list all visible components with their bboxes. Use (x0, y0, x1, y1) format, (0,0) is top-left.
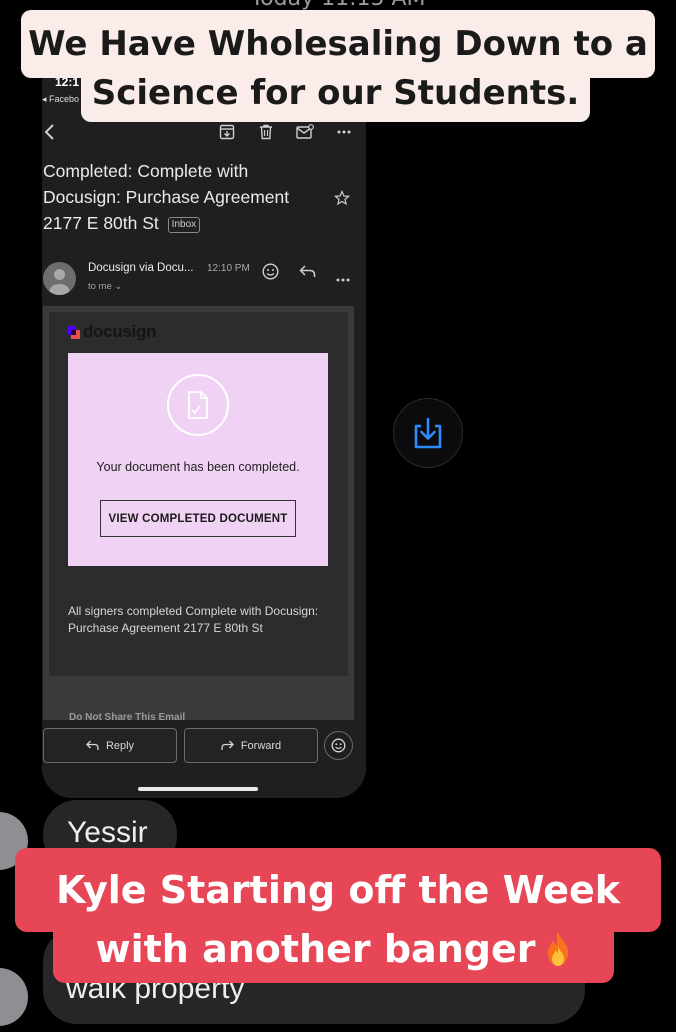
view-completed-document-button[interactable]: VIEW COMPLETED DOCUMENT (100, 500, 296, 537)
caption-bottom-line-2: with another banger (53, 915, 614, 983)
reply-button[interactable]: Reply (43, 728, 177, 763)
more-options-icon[interactable] (330, 118, 358, 146)
email-toolbar (42, 118, 366, 146)
mark-unread-icon[interactable] (291, 118, 319, 146)
caption-top-text-2: Science for our Students. (91, 73, 580, 113)
docusign-mark-icon (68, 325, 80, 339)
completion-message: Your document has been completed. (96, 460, 300, 474)
home-indicator (138, 787, 258, 791)
email-subject: Completed: Complete with Docusign: Purch… (43, 158, 313, 236)
email-action-bar: Reply Forward (42, 720, 366, 770)
sender-avatar[interactable] (43, 262, 76, 295)
sender-row: Docusign via Docu... 12:10 PM to me ⌄ (42, 260, 366, 296)
email-time: 12:10 PM (207, 263, 250, 274)
signers-summary: All signers completed Complete with Docu… (68, 604, 319, 635)
contact-avatar[interactable]: M (0, 968, 28, 1026)
email-screenshot: 12:1 ◂ Facebo Completed: Complete with D… (42, 72, 366, 798)
reply-label: Reply (105, 739, 135, 752)
email-content-card: docusign Your document has been complete… (49, 312, 348, 676)
reply-icon[interactable] (299, 264, 316, 284)
caption-top-text-1: We Have Wholesaling Down to a (28, 24, 648, 64)
caption-bottom-text-1: Kyle Starting off the Week (55, 868, 621, 912)
sender-more-icon[interactable] (336, 269, 350, 287)
caption-bottom-text-2: with another banger (95, 927, 536, 971)
docusign-logo: docusign (68, 322, 156, 342)
star-icon[interactable] (333, 189, 351, 211)
fire-emoji-icon (548, 932, 569, 966)
download-icon (414, 417, 442, 449)
emoji-reaction-button[interactable] (324, 731, 353, 760)
sender-name: Docusign via Docu... (88, 262, 194, 274)
back-arrow-icon[interactable] (42, 118, 64, 146)
archive-icon[interactable] (213, 118, 241, 146)
message-text: Yessir (67, 816, 148, 849)
save-image-button[interactable] (393, 398, 463, 468)
back-to-app-link[interactable]: ◂ Facebo (42, 94, 79, 105)
docusign-wordmark: docusign (83, 322, 157, 341)
smiley-icon (331, 738, 346, 753)
completion-panel: Your document has been completed. VIEW C… (68, 353, 328, 566)
trash-icon[interactable] (252, 118, 280, 146)
forward-label: Forward (240, 739, 282, 752)
email-subject-text: Completed: Complete with Docusign: Purch… (43, 161, 290, 233)
email-body: docusign Your document has been complete… (43, 306, 354, 720)
reply-arrow-icon (86, 740, 99, 750)
forward-arrow-icon (221, 740, 234, 750)
inbox-label[interactable]: Inbox (167, 217, 201, 233)
forward-button[interactable]: Forward (184, 728, 318, 763)
emoji-react-icon[interactable] (262, 263, 279, 285)
caption-top-line-2: Science for our Students. (81, 64, 590, 122)
recipient-details[interactable]: to me ⌄ (88, 281, 122, 292)
document-complete-icon (167, 374, 229, 436)
